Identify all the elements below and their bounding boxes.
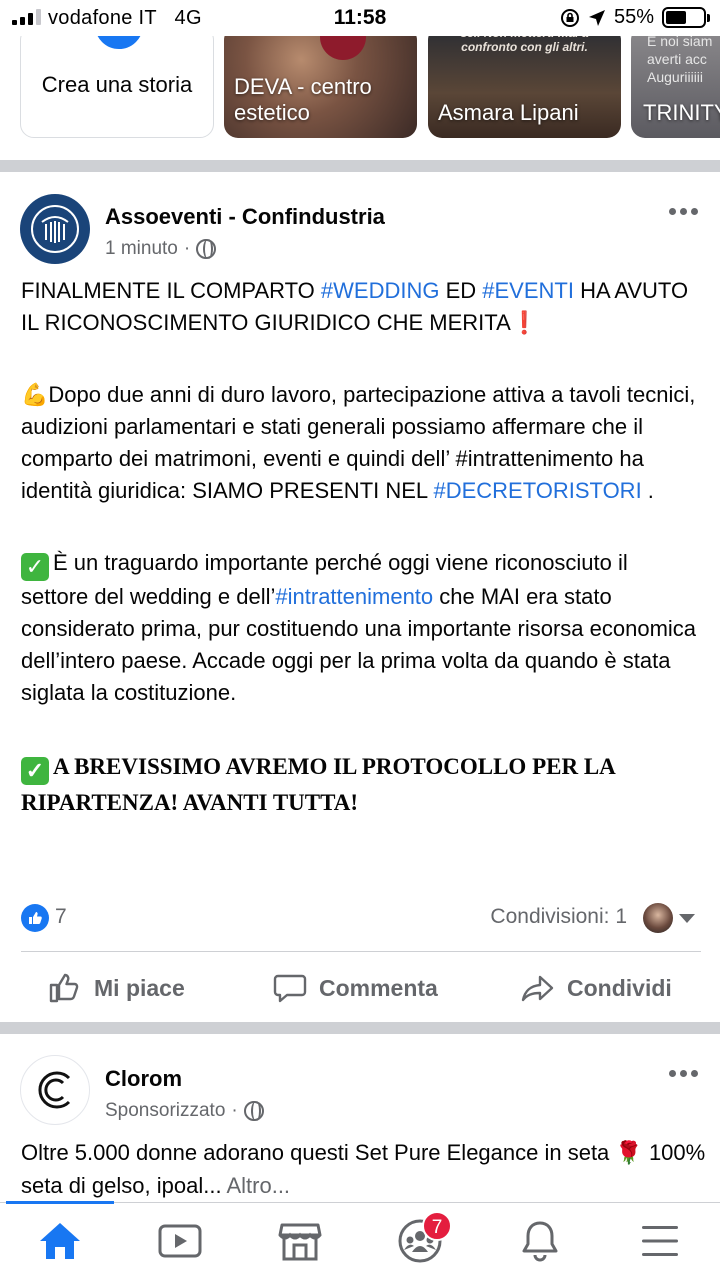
post-author[interactable]: Assoeventi - Confindustria	[105, 204, 385, 230]
like-reaction-icon	[21, 904, 49, 932]
share-label: Condividi	[567, 974, 672, 1001]
comment-label: Commenta	[319, 974, 438, 1001]
globe-icon	[196, 239, 217, 259]
post-time[interactable]: 1 minuto	[105, 238, 178, 260]
post-text: FINALMENTE IL COMPARTO	[21, 278, 321, 303]
video-icon	[158, 1224, 202, 1258]
post-text: Oltre 5.000 donne adorano questi Set Pur…	[21, 1140, 616, 1165]
story-card[interactable]: DEVA - centro estetico	[224, 36, 417, 138]
more-options-icon[interactable]	[669, 1070, 698, 1077]
sponsored-label: Sponsorizzato	[105, 1100, 226, 1121]
sponsor-meta: Sponsorizzato ·	[105, 1100, 264, 1122]
check-mark-icon: ✓	[21, 553, 49, 581]
hashtag-link[interactable]: #intrattenimento	[275, 584, 433, 609]
like-button[interactable]: Mi piace	[48, 962, 185, 1014]
battery-icon	[662, 7, 710, 28]
plus-icon	[91, 36, 147, 53]
story-name: DEVA - centro estetico	[234, 74, 372, 125]
story-thumbnail	[320, 36, 366, 60]
story-overlay-text: E noi siam averti acc Auguriiiiii	[647, 36, 713, 85]
feed-separator	[0, 160, 720, 172]
reactions-bar[interactable]: 7 Condivisioni: 1	[21, 902, 701, 938]
tab-marketplace[interactable]	[272, 1217, 328, 1265]
rotation-lock-icon	[560, 8, 579, 27]
bottom-tab-bar: 7	[0, 1201, 720, 1280]
story-card[interactable]: sei. Non metterti mai a confronto con gl…	[428, 36, 621, 138]
story-overlay-text: sei. Non metterti mai a confronto con gl…	[460, 36, 588, 54]
menu-icon	[642, 1226, 678, 1256]
bell-icon	[522, 1221, 558, 1262]
more-options-icon[interactable]	[669, 208, 698, 215]
shares-count[interactable]: Condivisioni: 1	[490, 905, 627, 929]
post-paragraph: FINALMENTE IL COMPARTO #WEDDING ED #EVEN…	[21, 275, 701, 339]
comment-icon	[273, 974, 307, 1003]
story-name: TRINITY	[643, 100, 720, 125]
tab-menu[interactable]	[632, 1217, 688, 1265]
sponsor-text: Oltre 5.000 donne adorano questi Set Pur…	[21, 1136, 711, 1202]
marketplace-icon	[278, 1223, 322, 1261]
hashtag-link[interactable]: #DECRETORISTORI	[433, 478, 641, 503]
globe-icon	[243, 1101, 264, 1121]
check-mark-icon: ✓	[21, 757, 49, 785]
story-name: Asmara Lipani	[438, 100, 579, 125]
post-paragraph: ✓ A BREVISSIMO AVREMO IL PROTOCOLLO PER L…	[21, 749, 701, 821]
post-text: ED	[439, 278, 483, 303]
share-icon	[521, 975, 554, 1002]
tab-groups[interactable]: 7	[392, 1211, 452, 1265]
exclamation-icon: ❗	[510, 310, 539, 335]
create-story-card[interactable]: Crea una storia	[20, 36, 214, 138]
tab-notifications[interactable]	[512, 1217, 568, 1265]
hashtag-link[interactable]: #WEDDING	[321, 278, 440, 303]
flexed-arm-icon: 💪	[21, 382, 49, 407]
stories-strip: Crea una storia DEVA - centro estetico s…	[0, 36, 720, 160]
notification-badge: 7	[422, 1211, 452, 1241]
avatar[interactable]	[20, 1055, 90, 1125]
post-text: .	[641, 478, 654, 503]
thumbs-up-icon	[49, 973, 79, 1003]
avatar	[643, 903, 673, 933]
sponsor-name[interactable]: Clorom	[105, 1066, 182, 1092]
like-count: 7	[55, 905, 67, 928]
like-label: Mi piace	[94, 974, 185, 1001]
create-story-label: Crea una storia	[41, 72, 193, 97]
status-right: 55%	[560, 6, 710, 29]
caret-down-icon[interactable]	[679, 914, 695, 923]
meta-dot: ·	[231, 1100, 238, 1121]
confindustria-logo-icon	[31, 205, 79, 253]
comment-button[interactable]: Commenta	[273, 962, 438, 1014]
rose-icon: 🌹	[615, 1140, 643, 1165]
home-icon	[40, 1223, 80, 1259]
tab-video[interactable]	[152, 1217, 208, 1265]
post-header: Assoeventi - Confindustria 1 minuto ·	[0, 194, 720, 268]
feed-separator	[0, 1022, 720, 1034]
divider	[21, 951, 701, 952]
location-icon	[588, 9, 605, 26]
active-tab-indicator	[6, 1201, 114, 1204]
story-card[interactable]: E noi siam averti acc Auguriiiiii TRINIT…	[631, 36, 720, 138]
avatar[interactable]	[20, 194, 90, 264]
post-body: FINALMENTE IL COMPARTO #WEDDING ED #EVEN…	[21, 275, 701, 821]
clorom-logo-icon	[38, 1071, 71, 1109]
share-button[interactable]: Condividi	[521, 962, 672, 1014]
hashtag-link[interactable]: #EVENTI	[482, 278, 574, 303]
tab-home[interactable]	[32, 1217, 88, 1265]
see-more-link[interactable]: Altro...	[222, 1173, 290, 1198]
post-actions: Mi piace Commenta Condividi	[0, 962, 720, 1014]
post-meta: 1 minuto ·	[105, 238, 217, 260]
post-text: A BREVISSIMO AVREMO IL PROTOCOLLO PER LA…	[21, 754, 615, 815]
meta-dot: ·	[183, 238, 191, 259]
post-paragraph: ✓ È un traguardo importante perché oggi v…	[21, 547, 701, 709]
post-paragraph: 💪Dopo due anni di duro lavoro, partecipa…	[21, 379, 701, 507]
battery-percent: 55%	[613, 6, 654, 28]
status-bar: vodafone IT 4G 11:58 55%	[0, 0, 720, 36]
